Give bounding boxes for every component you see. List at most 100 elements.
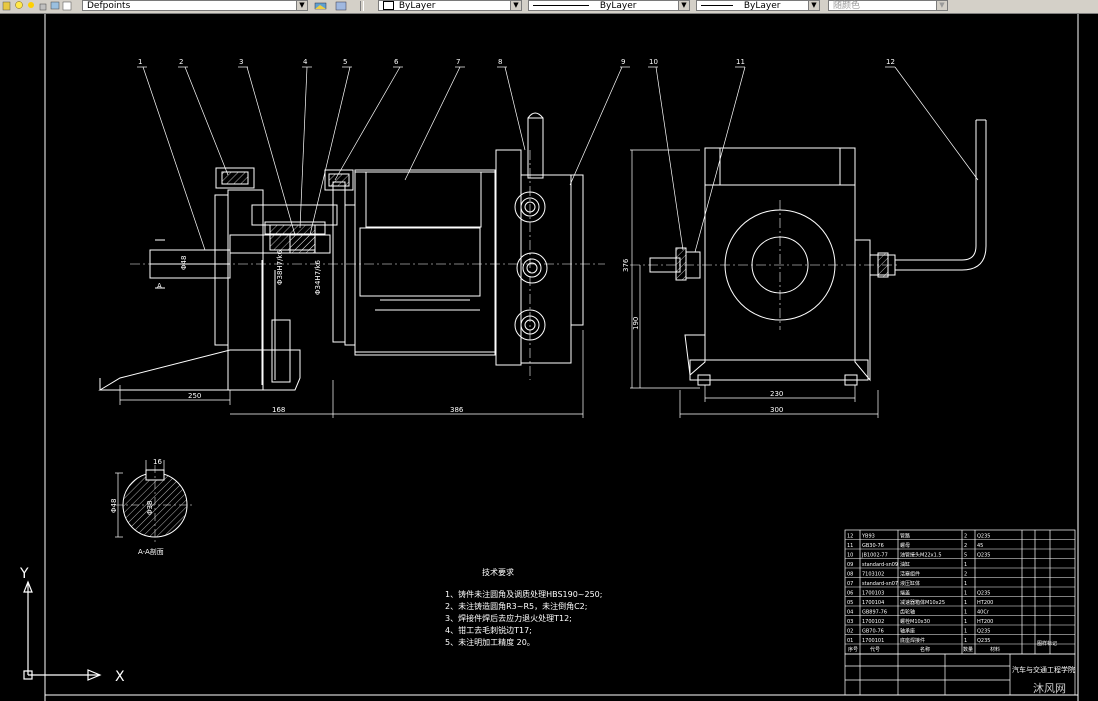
school-name: 汽车与交通工程学院 [1012, 665, 1075, 674]
bom-cell-name: 活塞组件 [900, 571, 920, 578]
bom-cell-no: 12 [847, 534, 853, 540]
dim-190: 190 [632, 317, 640, 330]
tech-item-2: 2、未注铸造圆角R3~R5，未注倒角C2; [445, 601, 587, 611]
dim-250: 250 [188, 392, 201, 400]
balloon-5: 5 [343, 58, 347, 66]
ucs-icon [23, 580, 102, 681]
lineweight-sample [701, 5, 733, 6]
bom-cell-name: 减速器箱体M10x25 [900, 599, 945, 606]
dim-386: 386 [450, 406, 464, 414]
bom-header-no: 序号 [848, 646, 858, 653]
bom-cell-no: 08 [847, 572, 853, 578]
lock-icon[interactable] [38, 0, 48, 12]
section-aa-view [115, 460, 195, 545]
bom-cell-code: GB30-76 [862, 543, 884, 549]
bom-cell-name: 齿轮轴 [900, 609, 915, 616]
make-current-layer-icon[interactable] [313, 0, 329, 12]
bom-cell-no: 03 [847, 619, 853, 625]
chevron-down-icon[interactable]: ▼ [678, 1, 689, 10]
section-cut-mark: A [157, 282, 162, 290]
dim-section-48: Φ48 [110, 499, 118, 513]
balloon-12: 12 [886, 58, 895, 66]
color-swatch [383, 1, 394, 10]
bom-cell-code: standard-sn07 [862, 581, 898, 587]
bom-cell-code: JB1002-77 [861, 553, 888, 559]
bom-cell-mat: HT200 [977, 600, 993, 606]
toolbar-separator [360, 1, 364, 11]
bom-cell-no: 11 [847, 543, 853, 549]
tech-item-5: 5、未注明加工精度 20。 [445, 637, 535, 647]
bom-cell-no: 02 [847, 629, 853, 635]
bom-cell-mat: Q235 [977, 629, 990, 635]
bom-cell-qty: 1 [964, 562, 967, 568]
fit-label-2: Φ34H7/k6 [314, 259, 322, 295]
balloon-3: 3 [239, 58, 243, 66]
bom-cell-code: 1700103 [862, 591, 884, 597]
bom-cell-mat: 40Cr [977, 610, 990, 616]
bom-cell-qty: 1 [964, 591, 967, 597]
lineweight-dropdown[interactable]: ByLayer ▼ [696, 0, 820, 11]
bom-cell-no: 01 [847, 638, 853, 644]
bom-cell-qty: 5 [964, 553, 967, 559]
balloon-6: 6 [394, 58, 399, 66]
section-label: A-A剖面 [138, 547, 164, 556]
bom-cell-code: 1700102 [862, 619, 884, 625]
bom-cell-qty: 1 [964, 600, 967, 606]
chevron-down-icon[interactable]: ▼ [296, 1, 307, 10]
dimension-texts: 250 168 386 230 300 376 190 Φ48 Φ38H7/k6… [157, 249, 783, 414]
layer-dropdown[interactable]: Defpoints ▼ [82, 0, 308, 11]
bom-cell-code: 1700101 [862, 638, 884, 644]
balloon-numbers: 1 2 3 4 5 6 7 8 9 10 11 12 [138, 58, 895, 66]
bom-cell-mat: HT200 [977, 619, 993, 625]
bom-cell-qty: 1 [964, 619, 967, 625]
side-dimensions [630, 149, 879, 418]
tech-item-4: 4、钳工去毛刺锐边T17; [445, 625, 532, 635]
bom-rows: 12 YB93 管路 2 Q23511 GB30-76 螺母 2 4510 JB1002-77 油管… [845, 533, 1075, 645]
chevron-down-icon[interactable]: ▼ [808, 1, 819, 10]
bom-cell-name: 管路 [900, 533, 910, 540]
tech-title: 技术要求 [482, 567, 514, 577]
drawing-canvas[interactable]: 1 2 3 4 5 6 7 8 9 10 11 12 250 168 386 2… [0, 14, 1098, 701]
plotstyle-dropdown[interactable]: 随颜色 ▼ [828, 0, 948, 11]
bom-cell-code: 7103102 [862, 572, 884, 578]
lineweight-value: ByLayer [743, 1, 781, 11]
linetype-dropdown[interactable]: ByLayer ▼ [528, 0, 690, 11]
bom-cell-qty: 1 [964, 629, 967, 635]
plot-icon[interactable] [50, 0, 60, 12]
bom-cell-mat: Q235 [977, 638, 990, 644]
chevron-down-icon[interactable]: ▼ [936, 1, 947, 10]
dim-section-38: Φ38 [146, 501, 154, 515]
bom-header-mat: 材料 [990, 646, 1000, 653]
sun-icon[interactable] [26, 0, 36, 12]
bom-cell-name: 油缸 [900, 561, 910, 568]
dim-168: 168 [272, 406, 285, 414]
ucs-y-label: Y [19, 566, 29, 582]
chevron-down-icon[interactable]: ▼ [510, 1, 521, 10]
balloon-9: 9 [621, 58, 625, 66]
layer-name: Defpoints [87, 1, 131, 11]
bom-corner-stamp: 图样标记 [1037, 640, 1057, 647]
bom-cell-code: YB93 [861, 534, 875, 540]
tech-requirements: 技术要求 1、铸件未注圆角及调质处理HBS190~250; 2、未注铸造圆角R3… [445, 567, 602, 647]
linetype-value: ByLayer [599, 1, 637, 11]
fit-label-1: Φ38H7/k6 [276, 249, 284, 285]
bom-cell-code: 1700104 [862, 600, 884, 606]
layer-previous-icon[interactable] [334, 0, 350, 12]
bom-cell-qty: 2 [964, 543, 967, 549]
front-view [98, 112, 605, 391]
dim-230: 230 [770, 390, 783, 398]
ucs-x-label: X [115, 669, 125, 685]
properties-toolbar: Defpoints ▼ ByLayer ▼ ByLayer ▼ ByLayer … [0, 0, 1098, 14]
linetype-sample [533, 5, 589, 6]
bom-cell-name: 油管接头M22x1.5 [900, 552, 942, 559]
lightbulb-icon[interactable] [14, 0, 24, 12]
layer-state-icon[interactable] [2, 0, 12, 12]
bom-header-code: 代号 [870, 646, 880, 653]
bom-cell-name: 液压缸体 [900, 580, 920, 587]
color-dropdown[interactable]: ByLayer ▼ [378, 0, 522, 11]
bom-cell-mat: Q235 [977, 591, 990, 597]
balloon-7: 7 [456, 58, 460, 66]
bom-cell-no: 06 [847, 591, 853, 597]
bom-cell-code: standard-sn09 [862, 562, 898, 568]
layer-color-icon[interactable] [62, 0, 72, 12]
